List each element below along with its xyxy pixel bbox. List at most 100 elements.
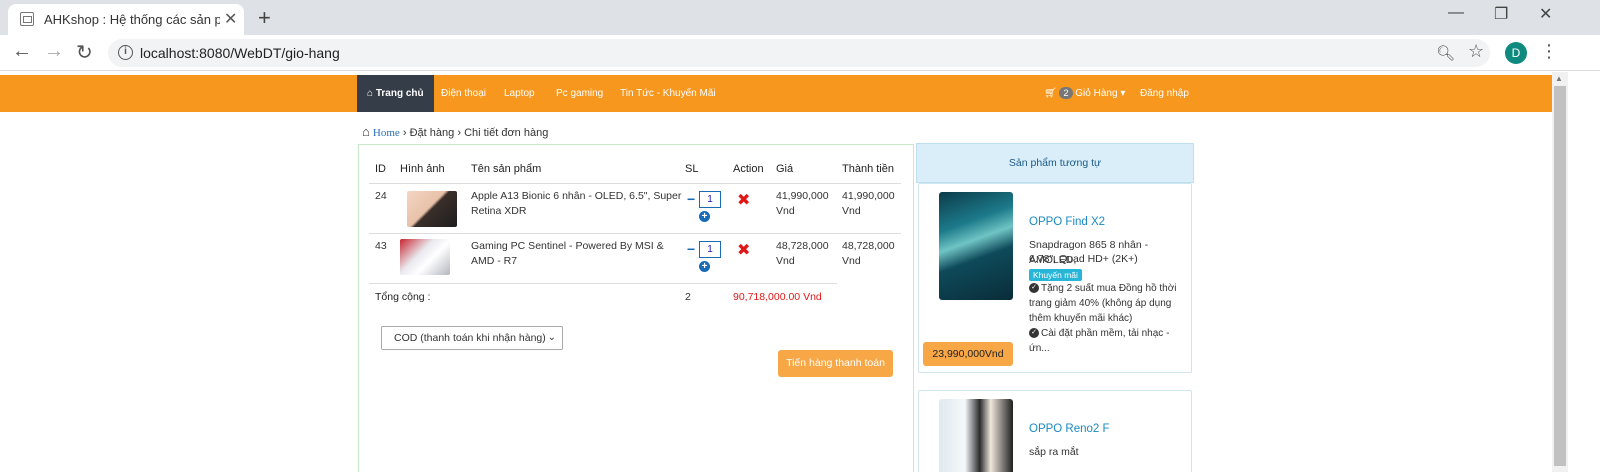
- item-id: 24: [375, 190, 387, 202]
- payment-method-value: COD (thanh toán khi nhận hàng): [394, 332, 546, 344]
- window-minimize-button[interactable]: —: [1448, 4, 1464, 22]
- breadcrumb-detail: Chi tiết đơn hàng: [464, 127, 549, 139]
- promo-line2: trang giảm 40% (không áp dụng: [1029, 298, 1172, 309]
- promo-line: Cài đặt phần mềm, tải nhạc - ứn...: [1029, 328, 1170, 354]
- item-price-line1: 48,728,000: [776, 240, 829, 252]
- checkout-button[interactable]: Tiến hàng thanh toán: [778, 350, 893, 377]
- delete-item-icon[interactable]: ✖: [737, 240, 750, 260]
- promo-item: ✓ Cài đặt phần mềm, tải nhạc - ứn...: [1029, 326, 1187, 356]
- product-desc-line2: 6.78", Quad HD+ (2K+): [1029, 253, 1138, 265]
- row-divider: [369, 233, 901, 234]
- scroll-up-arrow-icon[interactable]: ▲: [1555, 74, 1563, 83]
- new-tab-button[interactable]: +: [258, 5, 271, 31]
- tab-close-icon[interactable]: ✕: [224, 9, 237, 29]
- header-action: Action: [733, 163, 764, 175]
- item-price-line2: Vnd: [776, 255, 795, 267]
- item-name-line1: Gaming PC Sentinel - Powered By MSI &: [471, 240, 664, 252]
- related-product-card[interactable]: OPPO Find X2 Snapdragon 865 8 nhân - AMO…: [918, 183, 1192, 373]
- header-price: Giá: [776, 163, 794, 175]
- breadcrumb-home[interactable]: Home: [373, 127, 400, 139]
- nav-cart-label: Giỏ Hàng: [1075, 88, 1118, 99]
- header-qty: SL: [685, 163, 699, 175]
- qty-increase-button[interactable]: +: [699, 261, 710, 272]
- related-product-card[interactable]: OPPO Reno2 F sắp ra mắt: [918, 390, 1192, 472]
- nav-pc-gaming[interactable]: Pc gaming: [556, 75, 603, 112]
- item-subtotal-line2: Vnd: [842, 255, 861, 267]
- header-image: Hình ảnh: [400, 163, 445, 175]
- window-close-button[interactable]: ✕: [1539, 4, 1552, 24]
- related-products-header: Sản phẩm tương tự: [916, 143, 1194, 183]
- qty-input[interactable]: 1: [699, 191, 721, 208]
- nav-home-label: Trang chủ: [375, 88, 424, 99]
- page-scrollbar[interactable]: ▲: [1552, 72, 1568, 472]
- nav-login[interactable]: Đăng nhập: [1140, 75, 1189, 112]
- profile-avatar[interactable]: D: [1505, 42, 1527, 64]
- product-image[interactable]: [939, 192, 1013, 300]
- product-name[interactable]: OPPO Reno2 F: [1029, 423, 1110, 435]
- reload-icon[interactable]: ↻: [76, 40, 93, 65]
- promo-badge: Khuyến mãi: [1029, 269, 1082, 281]
- nav-laptop[interactable]: Laptop: [504, 75, 535, 112]
- home-icon: ⌂: [362, 124, 370, 139]
- qty-decrease-button[interactable]: −: [687, 241, 695, 257]
- window-restore-button[interactable]: ❐: [1494, 4, 1508, 24]
- item-price-line2: Vnd: [776, 205, 795, 217]
- page-favicon-icon: [20, 12, 34, 26]
- header-id: ID: [375, 163, 386, 175]
- qty-input[interactable]: 1: [699, 241, 721, 258]
- browser-toolbar: ← → ↻ i localhost:8080/WebDT/gio-hang 🔍︎…: [0, 35, 1600, 71]
- browser-titlebar: AHKshop : Hệ thống các sản phẩ ✕ + — ❐ ✕: [0, 0, 1600, 35]
- nav-phones[interactable]: Điện thoại: [441, 75, 486, 112]
- promo-line1: Tặng 2 suất mua Đồng hồ thời: [1041, 283, 1177, 294]
- product-price-tag[interactable]: 23,990,000Vnd: [923, 342, 1013, 366]
- back-arrow-icon[interactable]: ←: [12, 40, 32, 63]
- address-bar[interactable]: i localhost:8080/WebDT/gio-hang 🔍︎ ☆: [108, 39, 1490, 67]
- item-name-line2: Retina XDR: [471, 205, 527, 217]
- promo-item: ✓ Tặng 2 suất mua Đồng hồ thời: [1029, 281, 1187, 296]
- site-info-icon[interactable]: i: [118, 45, 133, 60]
- delete-item-icon[interactable]: ✖: [737, 190, 750, 210]
- browser-menu-icon[interactable]: ⋮: [1540, 41, 1558, 62]
- product-image[interactable]: [939, 399, 1013, 472]
- cart-panel: ID Hình ảnh Tên sản phẩm SL Action Giá T…: [358, 144, 914, 472]
- breadcrumb-order[interactable]: Đặt hàng: [410, 127, 455, 139]
- product-thumbnail: [407, 191, 457, 227]
- forward-arrow-icon[interactable]: →: [44, 40, 64, 63]
- browser-tab[interactable]: AHKshop : Hệ thống các sản phẩ ✕: [8, 4, 244, 35]
- nav-news[interactable]: Tin Tức - Khuyến Mãi: [620, 75, 716, 112]
- payment-method-select[interactable]: COD (thanh toán khi nhận hàng) ⌄: [381, 326, 563, 350]
- product-desc-line1: sắp ra mắt: [1029, 446, 1079, 458]
- promo-line3: thêm khuyến mãi khác): [1029, 313, 1133, 324]
- scrollbar-thumb[interactable]: [1554, 86, 1566, 466]
- row-divider: [369, 283, 837, 284]
- item-subtotal-line1: 48,728,000: [842, 240, 895, 252]
- product-name[interactable]: OPPO Find X2: [1029, 216, 1105, 228]
- nav-home[interactable]: ⌂ Trang chủ: [357, 75, 434, 112]
- chevron-down-icon: ⌄: [547, 332, 556, 343]
- qty-increase-button[interactable]: +: [699, 211, 710, 222]
- bookmark-star-icon[interactable]: ☆: [1468, 41, 1484, 62]
- header-subtotal: Thành tiền: [842, 163, 894, 175]
- breadcrumb: ⌂ Home › Đặt hàng › Chi tiết đơn hàng: [362, 124, 548, 139]
- url-text[interactable]: localhost:8080/WebDT/gio-hang: [140, 45, 340, 61]
- qty-decrease-button[interactable]: −: [687, 191, 695, 207]
- caret-down-icon: ▾: [1120, 88, 1126, 99]
- item-id: 43: [375, 240, 387, 252]
- nav-cart[interactable]: 🛒︎ 2 Giỏ Hàng ▾: [1044, 75, 1125, 112]
- check-circle-icon: ✓: [1029, 283, 1039, 294]
- total-label: Tổng cộng :: [375, 291, 431, 303]
- zoom-icon[interactable]: 🔍︎: [1436, 44, 1455, 62]
- item-subtotal-line2: Vnd: [842, 205, 861, 217]
- breadcrumb-separator: ›: [402, 127, 407, 139]
- check-circle-icon: ✓: [1029, 328, 1039, 339]
- item-subtotal-line1: 41,990,000: [842, 190, 895, 202]
- breadcrumb-separator: ›: [457, 127, 461, 139]
- home-icon: ⌂: [367, 88, 374, 99]
- row-divider: [369, 183, 901, 184]
- cart-count-badge: 2: [1059, 87, 1073, 99]
- site-navbar: ⌂ Trang chủ Điện thoại Laptop Pc gaming …: [0, 75, 1552, 112]
- header-name: Tên sản phẩm: [471, 163, 542, 175]
- cart-icon: 🛒︎: [1044, 88, 1057, 99]
- total-price: 90,718,000.00 Vnd: [733, 291, 822, 303]
- product-thumbnail: [400, 239, 450, 275]
